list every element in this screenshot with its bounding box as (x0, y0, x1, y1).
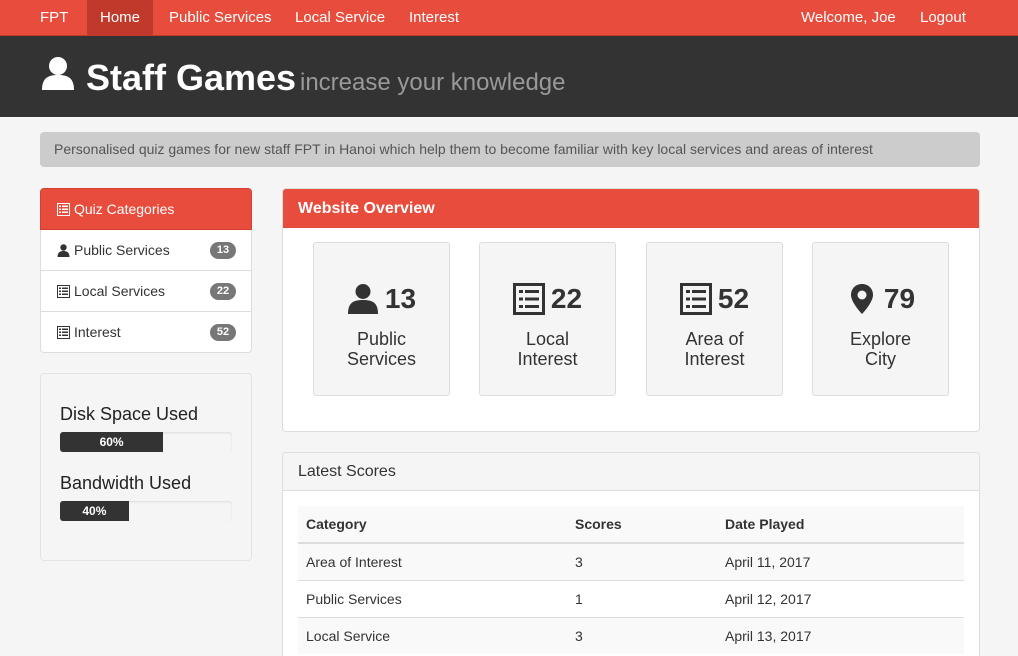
tile-label-line: Explore (849, 329, 912, 349)
sidebar-item-label: Interest (74, 324, 121, 340)
list-icon (57, 284, 70, 298)
tile-label-line: City (865, 349, 896, 369)
tile-count: 79 (883, 283, 916, 314)
user-icon (42, 57, 74, 90)
nav-local-service[interactable]: Local Service (295, 0, 385, 36)
sidebar-item-public-services[interactable]: Public Services 13 (40, 230, 252, 271)
tile-label-line: Interest (517, 349, 578, 369)
disk-space-progress: 60% (60, 432, 232, 452)
sidebar-item-label: Local Services (74, 283, 166, 299)
list-icon (512, 283, 545, 315)
cell-date: April 11, 2017 (717, 542, 964, 580)
table-row[interactable]: Public Services 1 April 12, 2017 (298, 579, 964, 617)
cell-category: Area of Interest (298, 542, 567, 580)
website-overview-panel: Website Overview 13 Public Services 22 L… (282, 188, 980, 432)
tile-label-line: Local (525, 329, 570, 349)
sidebar-item-label: Public Services (74, 242, 170, 258)
sidebar-item-interest[interactable]: Interest 52 (40, 312, 252, 353)
cell-date: April 13, 2017 (717, 616, 964, 654)
count-badge: 52 (210, 324, 236, 341)
overview-tile-local-interest[interactable]: 22 Local Interest (479, 242, 616, 396)
disk-space-progress-bar: 60% (60, 432, 164, 452)
website-overview-heading: Website Overview (283, 189, 979, 228)
tile-count: 13 (384, 283, 417, 314)
bandwidth-progress: 40% (60, 501, 232, 521)
nav-logout[interactable]: Logout (920, 0, 966, 36)
tile-label-line: Public (356, 329, 407, 349)
tile-label: Local Interest (480, 329, 615, 369)
tile-label-line: Interest (684, 349, 745, 369)
tile-label: Area of Interest (647, 329, 782, 369)
tile-count: 52 (717, 283, 750, 314)
cell-score: 1 (567, 579, 717, 617)
list-icon (57, 202, 70, 216)
list-icon (679, 283, 712, 315)
nav-home[interactable]: Home (87, 0, 153, 36)
column-header-category[interactable]: Category (298, 506, 567, 544)
count-badge: 13 (210, 242, 236, 259)
cell-score: 3 (567, 616, 717, 654)
bandwidth-label: Bandwidth Used (60, 473, 192, 493)
tile-label: Explore City (813, 329, 948, 369)
latest-scores-panel: Latest Scores Category Scores Date Playe… (282, 452, 980, 656)
nav-interest[interactable]: Interest (409, 0, 459, 36)
overview-tile-explore-city[interactable]: 79 Explore City (812, 242, 949, 396)
intro-text: Personalised quiz games for new staff FP… (40, 132, 980, 167)
brand-link[interactable]: FPT (40, 0, 68, 36)
column-header-scores[interactable]: Scores (567, 506, 717, 544)
page-header: Staff Games increase your knowledge (0, 36, 1018, 117)
bandwidth-progress-bar: 40% (60, 501, 129, 521)
tile-count: 22 (550, 283, 583, 314)
cell-date: April 12, 2017 (717, 579, 964, 617)
table-row[interactable]: Local Service 3 April 13, 2017 (298, 616, 964, 654)
cell-category: Public Services (298, 579, 567, 617)
overview-tile-area-of-interest[interactable]: 52 Area of Interest (646, 242, 783, 396)
user-icon (57, 243, 70, 257)
page-subtitle: increase your knowledge (300, 69, 566, 96)
column-header-date[interactable]: Date Played (717, 506, 964, 544)
page-title: Staff Games (86, 57, 297, 98)
cell-score: 3 (567, 542, 717, 580)
count-badge: 22 (210, 283, 236, 300)
usage-stats: Disk Space Used 60% Bandwidth Used 40% (40, 373, 252, 561)
user-icon (347, 284, 378, 314)
tile-label: Public Services (314, 329, 449, 369)
latest-scores-heading: Latest Scores (283, 453, 979, 491)
disk-space-label: Disk Space Used (60, 404, 199, 424)
nav-welcome-user[interactable]: Welcome, Joe (801, 0, 896, 36)
cell-category: Local Service (298, 616, 567, 654)
list-icon (57, 325, 70, 339)
table-header-row: Category Scores Date Played (298, 506, 964, 544)
map-marker-icon (850, 284, 873, 314)
sidebar-item-local-services[interactable]: Local Services 22 (40, 271, 252, 312)
tile-label-line: Services (346, 349, 417, 369)
overview-tile-public-services[interactable]: 13 Public Services (313, 242, 450, 396)
quiz-categories-heading[interactable]: Quiz Categories (40, 188, 252, 230)
tile-label-line: Area of (685, 329, 744, 349)
nav-public-services[interactable]: Public Services (169, 0, 272, 36)
scores-table: Category Scores Date Played Area of Inte… (298, 506, 964, 654)
quiz-categories-label: Quiz Categories (74, 201, 175, 217)
table-row[interactable]: Area of Interest 3 April 11, 2017 (298, 542, 964, 580)
top-navbar: FPT Home Public Services Local Service I… (0, 0, 1018, 36)
quiz-categories: Quiz Categories Public Services 13 Local… (40, 188, 252, 353)
